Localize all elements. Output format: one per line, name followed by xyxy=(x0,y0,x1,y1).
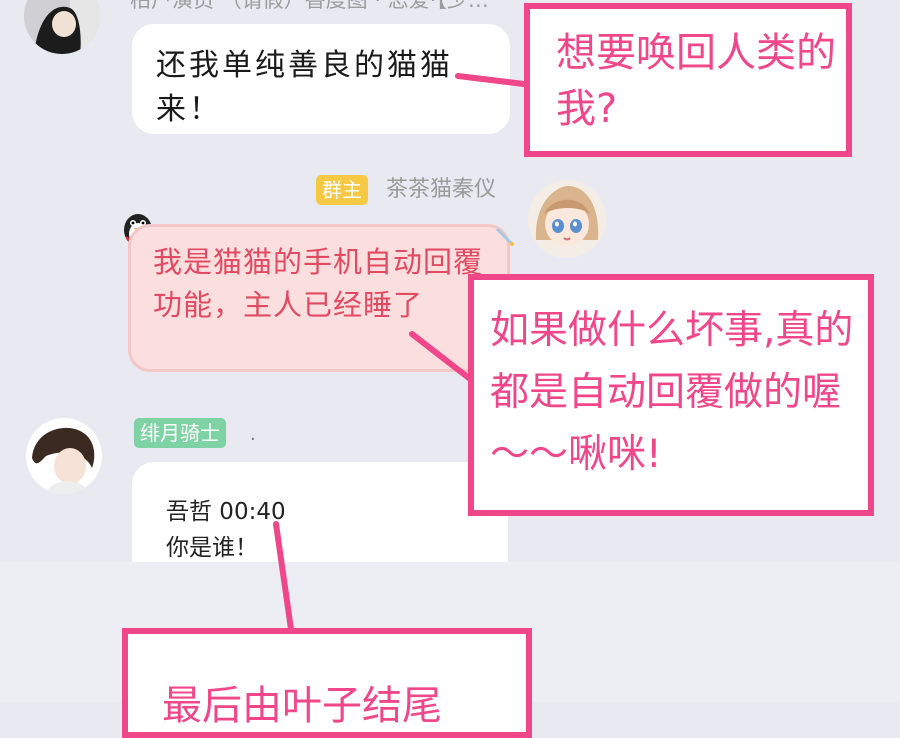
avatar-chacha[interactable] xyxy=(528,180,606,258)
annotation-2-text: 如果做什么坏事,真的都是自动回覆做的喔～～啾咪! xyxy=(490,308,854,477)
avatar-feiyue[interactable] xyxy=(26,418,102,494)
message-1-text: 还我单纯善良的猫猫来！ xyxy=(156,48,453,127)
message-bubble-1[interactable]: 还我单纯善良的猫猫来！ xyxy=(132,24,510,134)
annotation-box-1: 想要唤回人类的我? xyxy=(524,3,852,157)
message-3-line2: 你是谁！ xyxy=(166,535,258,561)
bubble-pen-decoration-icon xyxy=(494,226,516,248)
top-header-clipped: 柏户演员 （请假）香度图 · 恋爱·【少… xyxy=(130,0,489,12)
top-header-text: 柏户演员 （请假）香度图 · 恋爱·【少… xyxy=(130,0,489,12)
avatar-user-top[interactable] xyxy=(24,0,100,54)
message-2-text: 我是猫猫的手机自动回覆功能，主人已经睡了 xyxy=(153,245,484,322)
annotation-box-2: 如果做什么坏事,真的都是自动回覆做的喔～～啾咪! xyxy=(468,274,874,516)
annotation-3-text: 最后由叶子结尾 xyxy=(162,683,442,729)
annotation-1-text: 想要唤回人类的我? xyxy=(556,30,836,132)
sender-name-chacha[interactable]: 茶茶猫秦仪 xyxy=(386,174,496,206)
sender-name-dot: . xyxy=(250,424,256,445)
message-3-line1: 吾哲 00:40 xyxy=(166,499,286,525)
member-title-badge[interactable]: 绯月骑士 xyxy=(134,418,226,448)
annotation-box-3: 最后由叶子结尾 xyxy=(122,628,532,738)
group-owner-badge: 群主 xyxy=(316,175,368,205)
message-bubble-2[interactable]: 我是猫猫的手机自动回覆功能，主人已经睡了 xyxy=(128,224,510,372)
